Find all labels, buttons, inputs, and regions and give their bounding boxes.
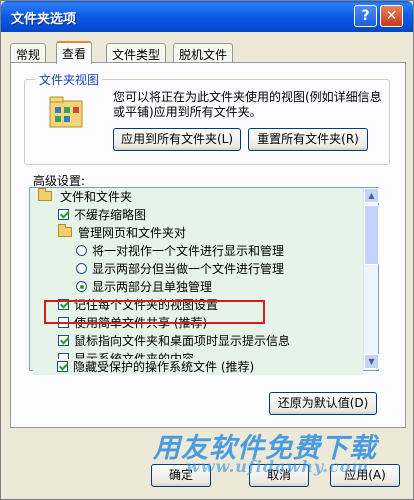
folder-options-dialog: 文件夹选项 ? ✕ 常规 查看 文件类型 脱机文件 文件夹视图 您可以将正在为此… (0, 0, 414, 500)
list-item-label: 将一对视作一个文件进行显示和管理 (92, 244, 285, 258)
checkbox[interactable] (58, 317, 69, 328)
chevron-up-icon: ▲ (368, 191, 375, 200)
scroll-down-arrow[interactable]: ▼ (364, 354, 379, 369)
list-item[interactable]: 隐藏受保护的操作系统文件 (推荐) (33, 359, 363, 375)
apply-to-all-folders-button[interactable]: 应用到所有文件夹(L) (113, 128, 241, 151)
radio-button-selected[interactable] (76, 281, 87, 292)
help-button[interactable]: ? (354, 5, 377, 27)
chevron-down-icon: ▼ (368, 357, 375, 366)
list-item-label: 鼠标指向文件夹和桌面项时显示提示信息 (74, 334, 291, 348)
folder-icon (58, 224, 72, 237)
tab-general[interactable]: 常规 (10, 43, 47, 63)
folder-view-icon (49, 96, 83, 128)
close-icon: ✕ (385, 8, 398, 24)
radio-button[interactable] (76, 263, 87, 274)
folder-view-group-title: 文件夹视图 (36, 71, 103, 88)
list-item-label: 文件和文件夹 (60, 190, 133, 204)
radio-button[interactable] (76, 245, 87, 256)
list-item-label: 不缓存缩略图 (74, 208, 147, 222)
list-item-label: 管理网页和文件夹对 (78, 226, 187, 240)
reset-all-folders-button[interactable]: 重置所有文件夹(R) (248, 128, 368, 151)
tab-offline-files[interactable]: 脱机文件 (173, 43, 234, 63)
list-item-label: 隐藏受保护的操作系统文件 (推荐) (73, 360, 255, 374)
tab-view[interactable]: 查看 (56, 41, 93, 64)
folder-view-description: 您可以将正在为此文件夹使用的视图(例如详细信息或平铺)应用到所有文件夹。 (113, 90, 382, 119)
checkbox-checked[interactable] (57, 361, 68, 372)
checkbox-checked[interactable] (58, 299, 69, 310)
list-item-label: 显示两部分且单独管理 (92, 280, 213, 294)
list-item-label: 显示两部分但当做一个文件进行管理 (92, 262, 285, 276)
tab-strip: 常规 查看 文件类型 脱机文件 (10, 41, 406, 64)
title-bar[interactable]: 文件夹选项 ? ✕ (1, 1, 413, 32)
folder-icon (38, 188, 52, 201)
tab-file-types[interactable]: 文件类型 (106, 43, 167, 63)
checkbox-checked[interactable] (58, 335, 69, 346)
scroll-up-arrow[interactable]: ▲ (364, 188, 379, 203)
window-title: 文件夹选项 (11, 12, 77, 27)
watermark-url: www.ufidawhy.com (186, 457, 370, 476)
advanced-settings-list[interactable]: 文件和文件夹 不缓存缩略图 管理网页和文件夹对 将一对视作一个文件进行显示和管理… (29, 187, 379, 371)
checkbox-checked[interactable] (58, 209, 69, 220)
list-item-label: 使用简单文件共享 (推荐) (74, 316, 208, 330)
scroll-thumb[interactable] (364, 205, 379, 265)
question-mark-icon: ? (361, 8, 370, 24)
close-button[interactable]: ✕ (380, 5, 403, 27)
list-scrollbar[interactable]: ▲ ▼ (363, 188, 379, 370)
restore-defaults-button[interactable]: 还原为默认值(D) (269, 392, 377, 415)
list-item-label: 记住每个文件夹的视图设置 (74, 298, 219, 312)
